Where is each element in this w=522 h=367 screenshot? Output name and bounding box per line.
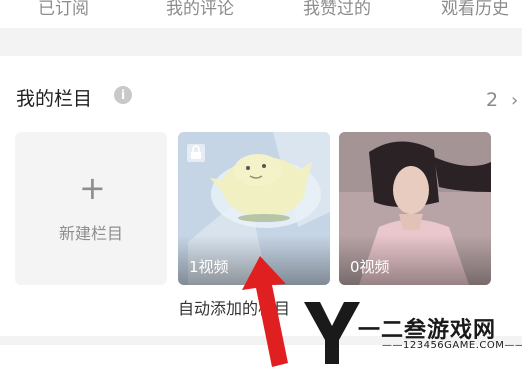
column-count: 2 xyxy=(486,89,499,111)
info-icon[interactable]: i xyxy=(114,86,132,104)
video-count: 0视频 xyxy=(350,258,390,276)
plus-icon: + xyxy=(79,169,106,207)
video-count: 1视频 xyxy=(189,258,229,276)
lock-icon xyxy=(187,144,205,162)
watermark: 一二叁游戏网 ——123456GAME.COM—— xyxy=(300,300,522,367)
chevron-right-icon[interactable]: › xyxy=(511,90,518,111)
tab-my-comments[interactable]: 我的评论 xyxy=(166,0,234,19)
top-tab-bar: 已订阅 我的评论 我赞过的 观看历史 xyxy=(0,0,522,28)
new-column-label: 新建栏目 xyxy=(58,224,123,243)
section-title: 我的栏目 xyxy=(16,88,93,110)
tab-watch-history[interactable]: 观看历史 xyxy=(441,0,509,19)
photo-column-tile[interactable]: 0视频 xyxy=(339,132,491,285)
tab-liked[interactable]: 我赞过的 xyxy=(303,0,371,19)
tab-subscribed[interactable]: 已订阅 xyxy=(38,0,89,19)
watermark-url: ——123456GAME.COM—— xyxy=(382,340,522,351)
watermark-logo xyxy=(304,302,360,364)
red-arrow-annotation xyxy=(242,256,288,367)
new-column-tile[interactable]: + 新建栏目 xyxy=(15,132,167,285)
